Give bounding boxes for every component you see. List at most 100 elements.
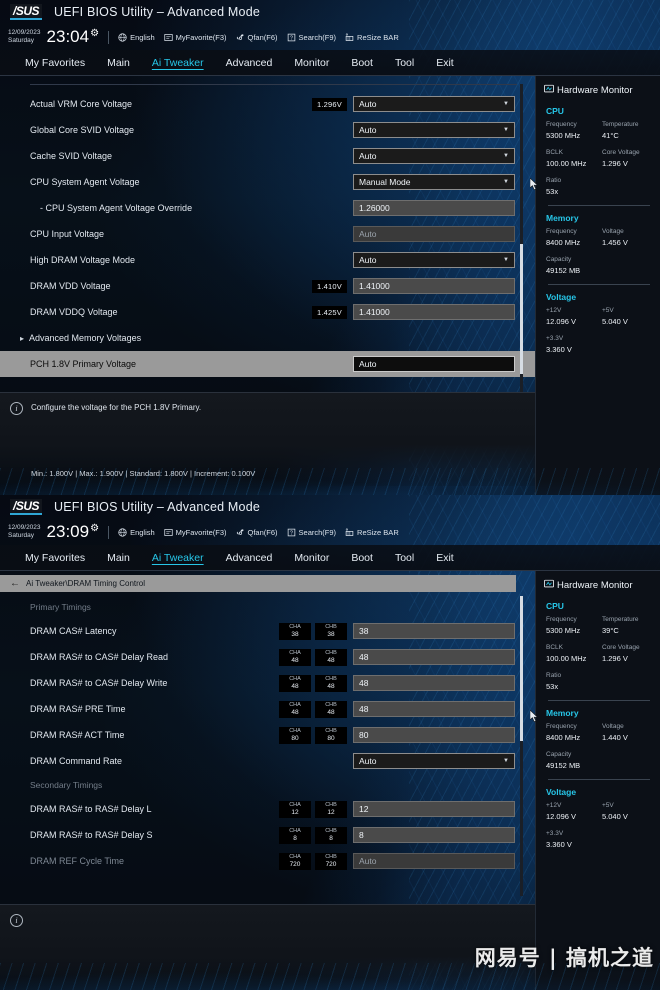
- hwm-value: 53x: [546, 682, 559, 691]
- setting-row-dram-ras-to-cas-delay-read[interactable]: DRAM RAS# to CAS# Delay Read CHA 48 CHB …: [0, 644, 535, 670]
- setting-select[interactable]: Auto ▼: [353, 252, 515, 268]
- settings-scrollbar-thumb[interactable]: [520, 244, 523, 374]
- globe-icon: [118, 527, 127, 537]
- setting-input[interactable]: Auto: [353, 356, 515, 372]
- setting-row-dram-vddq-voltage[interactable]: DRAM VDDQ Voltage 1.425V 1.41000: [0, 299, 535, 325]
- back-arrow-icon[interactable]: ←: [10, 578, 20, 589]
- setting-value: 1.41000: [359, 307, 390, 317]
- datetime-block: 12/09/2023 Saturday: [8, 524, 41, 540]
- setting-select[interactable]: Manual Mode ▼: [353, 174, 515, 190]
- tab-main[interactable]: Main: [96, 57, 141, 69]
- watermark: 网易号 | 搞机之道: [474, 946, 654, 970]
- header-tool-qfan[interactable]: Qfan(F6): [236, 33, 278, 42]
- setting-row-dram-ras-to-ras-delay-l[interactable]: DRAM RAS# to RAS# Delay L CHA 12 CHB 12 …: [0, 796, 535, 822]
- tab-tool[interactable]: Tool: [384, 57, 425, 69]
- header-tool-search[interactable]: ? Search(F9): [287, 527, 337, 537]
- header-tool-qfan[interactable]: Qfan(F6): [236, 528, 278, 537]
- setting-row-dram-command-rate[interactable]: DRAM Command Rate Auto ▼: [0, 748, 535, 774]
- hwm-row: Capacity 49152 MB: [536, 743, 660, 771]
- setting-row-dram-ras-to-ras-delay-s[interactable]: DRAM RAS# to RAS# Delay S CHA 8 CHB 8 8: [0, 822, 535, 848]
- setting-input[interactable]: Auto: [353, 853, 515, 869]
- info-panel-bottom: i: [0, 904, 535, 990]
- setting-input[interactable]: 8: [353, 827, 515, 843]
- setting-row-dram-ras-act-time[interactable]: DRAM RAS# ACT Time CHA 80 CHB 80 80: [0, 722, 535, 748]
- setting-input[interactable]: 1.41000: [353, 278, 515, 294]
- header-tool-english[interactable]: English: [118, 528, 155, 537]
- hwm-value: 100.00 MHz: [546, 159, 587, 168]
- tab-exit[interactable]: Exit: [425, 552, 465, 564]
- header-tool-myfavorite[interactable]: MyFavorite(F3): [164, 528, 227, 537]
- setting-input[interactable]: 48: [353, 649, 515, 665]
- tab-exit[interactable]: Exit: [425, 57, 465, 69]
- setting-row-dram-ras-to-cas-delay-write[interactable]: DRAM RAS# to CAS# Delay Write CHA 48 CHB…: [0, 670, 535, 696]
- setting-row-cpu-system-agent-voltage-override[interactable]: - CPU System Agent Voltage Override 1.26…: [0, 195, 535, 221]
- settings-list-bottom: Primary Timings DRAM CAS# Latency CHA 38…: [0, 592, 535, 904]
- hwm-value: 39°C: [602, 626, 619, 635]
- hwm-value: 49152 MB: [546, 761, 581, 770]
- setting-row-cpu-system-agent-voltage[interactable]: CPU System Agent Voltage Manual Mode ▼: [0, 169, 535, 195]
- setting-input[interactable]: 48: [353, 675, 515, 691]
- setting-row-dram-vdd-voltage[interactable]: DRAM VDD Voltage 1.410V 1.41000: [0, 273, 535, 299]
- setting-select[interactable]: Auto ▼: [353, 96, 515, 112]
- setting-input[interactable]: 48: [353, 701, 515, 717]
- setting-input[interactable]: 1.26000: [353, 200, 515, 216]
- setting-row-dram-ras-pre-time[interactable]: DRAM RAS# PRE Time CHA 48 CHB 48 48: [0, 696, 535, 722]
- tab-advanced[interactable]: Advanced: [215, 552, 284, 564]
- setting-select[interactable]: Auto ▼: [353, 148, 515, 164]
- settings-scrollbar-track[interactable]: [520, 596, 523, 896]
- hwm-key: +12V: [546, 802, 562, 809]
- cha-readout: CHA 48: [279, 674, 311, 692]
- header-tool-english[interactable]: English: [118, 33, 155, 42]
- gear-icon[interactable]: ⚙: [90, 523, 99, 534]
- tab-monitor[interactable]: Monitor: [283, 57, 340, 69]
- setting-input[interactable]: 38: [353, 623, 515, 639]
- settings-scrollbar-track[interactable]: [520, 84, 523, 392]
- setting-row-cpu-input-voltage[interactable]: CPU Input Voltage Auto: [0, 221, 535, 247]
- tab-boot[interactable]: Boot: [340, 552, 384, 564]
- setting-row-pch-1-8v-primary-voltage[interactable]: PCH 1.8V Primary Voltage Auto: [0, 351, 535, 377]
- gear-icon[interactable]: ⚙: [90, 28, 99, 39]
- setting-value: 48: [359, 704, 369, 714]
- setting-input[interactable]: Auto: [353, 226, 515, 242]
- hwm-value: 3.360 V: [546, 345, 572, 354]
- cha-value: 48: [291, 682, 299, 690]
- setting-select[interactable]: Auto ▼: [353, 753, 515, 769]
- settings-scrollbar-thumb[interactable]: [520, 596, 523, 741]
- setting-row-dram-cas-latency[interactable]: DRAM CAS# Latency CHA 38 CHB 38 38: [0, 618, 535, 644]
- hwm-key: Frequency: [546, 228, 577, 235]
- setting-input[interactable]: 1.41000: [353, 304, 515, 320]
- setting-row-dram-ref-cycle-time[interactable]: DRAM REF Cycle Time CHA 720 CHB 720 Auto: [0, 848, 535, 874]
- chb-readout: CHB 48: [315, 674, 347, 692]
- setting-row-cache-svid-voltage[interactable]: Cache SVID Voltage Auto ▼: [0, 143, 535, 169]
- tab-boot[interactable]: Boot: [340, 57, 384, 69]
- tab-ai-tweaker[interactable]: Ai Tweaker: [141, 552, 215, 564]
- setting-input[interactable]: 12: [353, 801, 515, 817]
- setting-row-global-core-svid-voltage[interactable]: Global Core SVID Voltage Auto ▼: [0, 117, 535, 143]
- header-tool-search[interactable]: ? Search(F9): [287, 33, 336, 42]
- header-tool-label: Search(F9): [298, 527, 337, 537]
- tab-tool[interactable]: Tool: [384, 552, 425, 564]
- header-tool-resizebar[interactable]: ReSize BAR: [345, 33, 399, 42]
- setting-select[interactable]: Auto ▼: [353, 122, 515, 138]
- tab-advanced[interactable]: Advanced: [215, 57, 284, 69]
- header-tool-myfavorite[interactable]: MyFavorite(F3): [164, 33, 227, 42]
- setting-label: PCH 1.8V Primary Voltage: [30, 359, 137, 369]
- tab-ai-tweaker[interactable]: Ai Tweaker: [141, 57, 215, 69]
- header-tool-resizebar[interactable]: ReSize BAR: [345, 528, 399, 537]
- hwm-metric-cpu-frequency: Frequency 5300 MHz: [546, 615, 602, 636]
- setting-row-actual-vrm-core-voltage[interactable]: Actual VRM Core Voltage 1.296V Auto ▼: [0, 91, 535, 117]
- tab-main[interactable]: Main: [96, 552, 141, 564]
- channel-readouts: CHA 48 CHB 48: [279, 674, 347, 692]
- breadcrumb[interactable]: ← Ai Tweaker\DRAM Timing Control: [0, 575, 516, 592]
- header-tool-label: MyFavorite(F3): [175, 527, 227, 537]
- tab-my-favorites[interactable]: My Favorites: [14, 57, 96, 69]
- tab-monitor[interactable]: Monitor: [283, 552, 340, 564]
- setting-value: 48: [359, 678, 369, 688]
- hwm-metric-cpu-temperature: Temperature 41°C: [602, 120, 658, 141]
- setting-row-high-dram-voltage-mode[interactable]: High DRAM Voltage Mode Auto ▼: [0, 247, 535, 273]
- chevron-down-icon: ▼: [503, 101, 509, 107]
- tab-my-favorites[interactable]: My Favorites: [14, 552, 96, 564]
- chb-label: CHB: [325, 649, 337, 656]
- setting-row-advanced-memory-voltages[interactable]: ▸ Advanced Memory Voltages: [0, 325, 535, 351]
- setting-input[interactable]: 80: [353, 727, 515, 743]
